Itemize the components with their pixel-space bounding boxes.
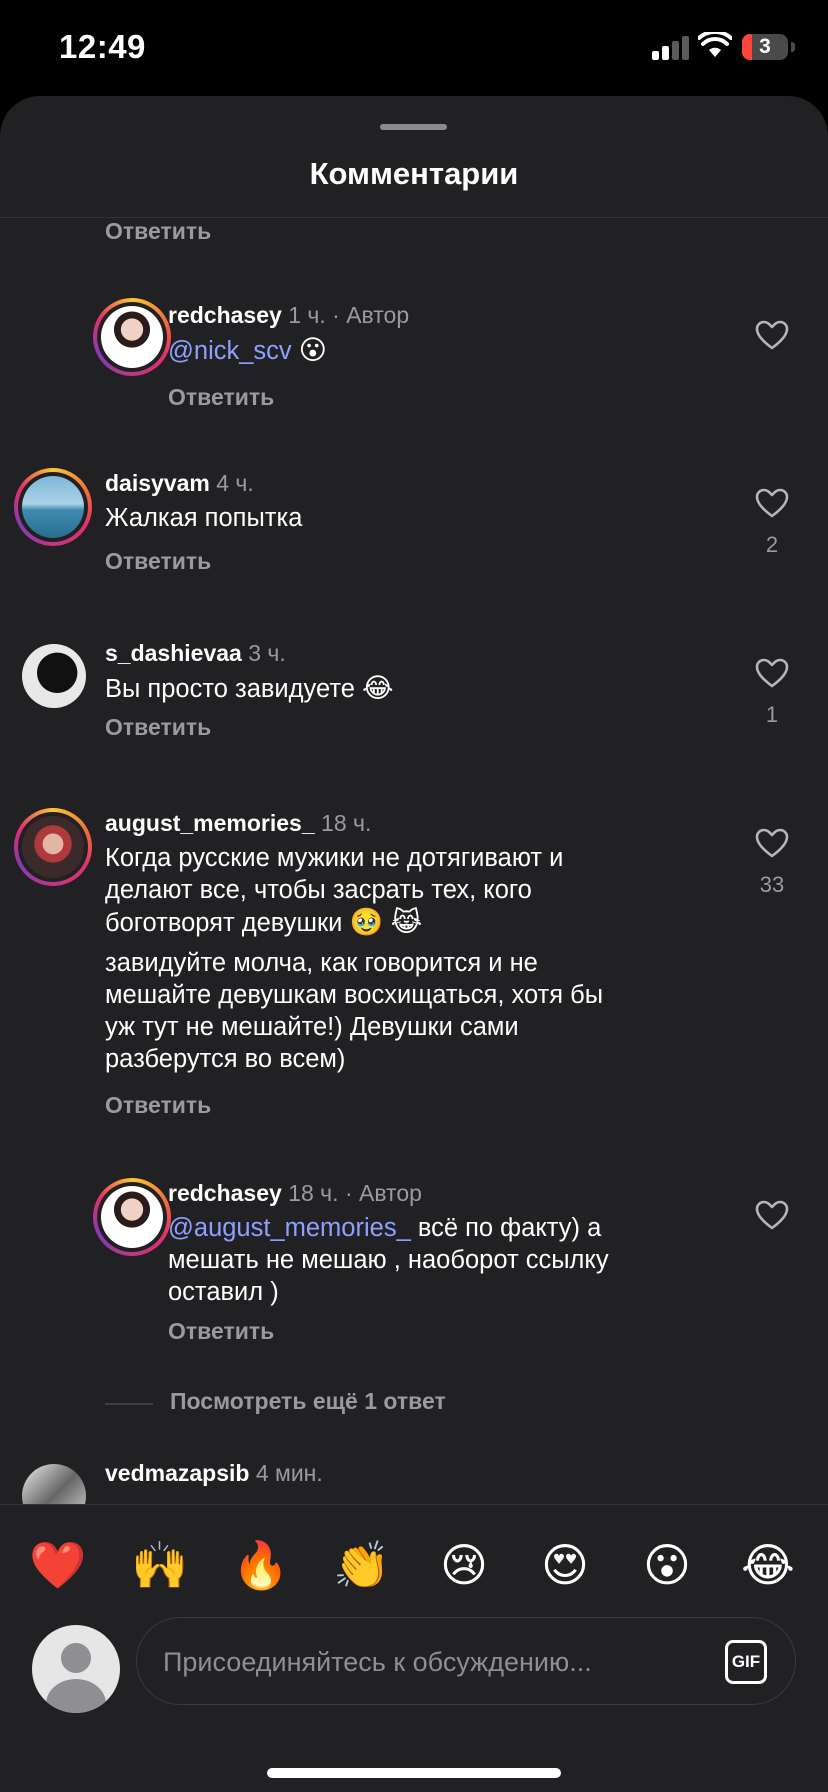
mention-link[interactable]: @nick_scv	[168, 337, 292, 365]
comment-text: Жалкая попытка	[105, 504, 303, 532]
heart-icon[interactable]	[755, 828, 789, 858]
emoji: 🥹 😹	[349, 907, 423, 937]
home-indicator[interactable]	[267, 1768, 561, 1778]
comment-meta: redchasey 1 ч. · Автор	[168, 302, 409, 329]
username[interactable]: august_memories_	[105, 810, 315, 836]
comment-line: разберутся во всем)	[105, 1045, 346, 1073]
sheet-title: Комментарии	[309, 156, 519, 191]
comment-time: 3 ч.	[248, 640, 286, 666]
heart-icon[interactable]	[755, 1200, 789, 1230]
wifi-icon	[698, 32, 732, 57]
cellular-signal-icon	[652, 36, 690, 60]
emoji-fire-button[interactable]: 🔥	[229, 1535, 293, 1595]
comment-body: всё по факту) а	[410, 1214, 602, 1242]
comment-line: уж тут не мешайте!) Девушки сами	[105, 1013, 519, 1041]
composer-area: ❤️ 🙌 🔥 👏 😢 😍 😮 😂 GIF	[0, 1504, 828, 1792]
comment-text: Когда русские мужики не дотягивают и дел…	[105, 842, 603, 1075]
emoji-heart-button[interactable]: ❤️	[26, 1535, 90, 1595]
mention-link[interactable]: @august_memories_	[168, 1214, 411, 1242]
comment-input[interactable]	[161, 1618, 705, 1706]
emoji: 😮	[298, 335, 327, 365]
thread-line	[105, 1403, 153, 1405]
emoji-clap-button[interactable]: 👏	[330, 1535, 394, 1595]
sheet-grabber[interactable]	[380, 124, 447, 130]
emoji-wow-button[interactable]: 😮	[635, 1535, 699, 1595]
username[interactable]: s_dashievaa	[105, 640, 242, 666]
heart-icon[interactable]	[755, 488, 789, 518]
comment-time: 18 ч.	[321, 810, 372, 836]
comments-sheet: Комментарии Ответить redchasey 1 ч. · Ав…	[0, 96, 828, 1792]
heart-icon[interactable]	[755, 658, 789, 688]
user-avatar[interactable]	[32, 1625, 120, 1713]
avatar[interactable]	[22, 1464, 86, 1504]
avatar[interactable]	[14, 468, 92, 546]
like-count: 2	[765, 532, 779, 557]
comment-line: мешайте девушкам восхищаться, хотя бы	[105, 981, 604, 1009]
username[interactable]: redchasey	[168, 302, 282, 328]
avatar[interactable]	[14, 808, 92, 886]
heart-icon[interactable]	[755, 320, 789, 350]
reply-button[interactable]: Ответить	[105, 1092, 211, 1119]
username[interactable]: redchasey	[168, 1180, 282, 1206]
comment-list[interactable]: Ответить redchasey 1 ч. · Автор @nick_sc…	[0, 218, 828, 1504]
username[interactable]: vedmazapsib	[105, 1460, 249, 1486]
status-time: 12:49	[59, 28, 146, 65]
comment-body: Вы просто завидуете	[105, 675, 355, 703]
comment-meta: redchasey 18 ч. · Автор	[168, 1180, 422, 1207]
emoji-reaction-bar: ❤️ 🙌 🔥 👏 😢 😍 😮 😂	[0, 1505, 828, 1615]
comment-text: @nick_scv 😮	[168, 334, 327, 367]
comment-time: 1 ч.	[288, 302, 326, 328]
comment-line: делают все, чтобы засрать тех, кого	[105, 876, 532, 904]
battery-icon: 3	[742, 34, 788, 60]
username[interactable]: daisyvam	[105, 470, 210, 496]
avatar[interactable]	[93, 1178, 171, 1256]
emoji: 😂	[362, 673, 394, 703]
comment-line: мешать не мешаю , наоборот ссылку	[168, 1246, 609, 1274]
comment-meta: vedmazapsib 4 мин.	[105, 1460, 323, 1487]
emoji-cry-button[interactable]: 😢	[432, 1535, 496, 1595]
author-badge: · Автор	[332, 302, 410, 328]
comment-input-container[interactable]: GIF	[136, 1617, 796, 1706]
avatar[interactable]	[22, 644, 86, 708]
comment-time: 4 мин.	[255, 1460, 323, 1486]
reply-button[interactable]: Ответить	[168, 384, 274, 411]
gif-button[interactable]: GIF	[725, 1640, 767, 1684]
emoji-raised-hands-button[interactable]: 🙌	[128, 1535, 192, 1595]
comment-time: 4 ч.	[216, 470, 254, 496]
emoji-heart-eyes-button[interactable]: 😍	[533, 1535, 597, 1595]
like-count: 33	[759, 872, 785, 897]
reply-button[interactable]: Ответить	[105, 714, 211, 741]
comment-time: 18 ч.	[288, 1180, 339, 1206]
reply-button[interactable]: Ответить	[105, 548, 211, 575]
comment-line: завидуйте молча, как говорится и не	[105, 949, 538, 977]
comment-meta: s_dashievaa 3 ч.	[105, 640, 286, 667]
status-bar: 12:49 3	[0, 0, 828, 96]
author-badge: · Автор	[344, 1180, 422, 1206]
battery-tip	[791, 42, 795, 52]
battery-level: 3	[759, 35, 771, 58]
like-count: 1	[765, 702, 779, 727]
comment-text: @august_memories_ всё по факту) а мешать…	[168, 1212, 609, 1308]
view-more-replies-button[interactable]: Посмотреть ещё 1 ответ	[170, 1388, 446, 1415]
comment-line: оставил )	[168, 1278, 279, 1306]
comment-line: Когда русские мужики не дотягивают и	[105, 844, 564, 872]
reply-button[interactable]: Ответить	[168, 1318, 274, 1345]
comment-line-text: боготворят девушки	[105, 909, 343, 937]
emoji-laugh-button[interactable]: 😂	[736, 1535, 800, 1595]
comment-line: боготворят девушки 🥹 😹	[105, 906, 603, 939]
comment-meta: august_memories_ 18 ч.	[105, 810, 371, 837]
comment-line: @august_memories_ всё по факту) а	[168, 1212, 609, 1244]
comment-text: Вы просто завидуете 😂	[105, 672, 394, 705]
comment-meta: daisyvam 4 ч.	[105, 470, 254, 497]
avatar[interactable]	[93, 298, 171, 376]
reply-button[interactable]: Ответить	[105, 218, 211, 245]
